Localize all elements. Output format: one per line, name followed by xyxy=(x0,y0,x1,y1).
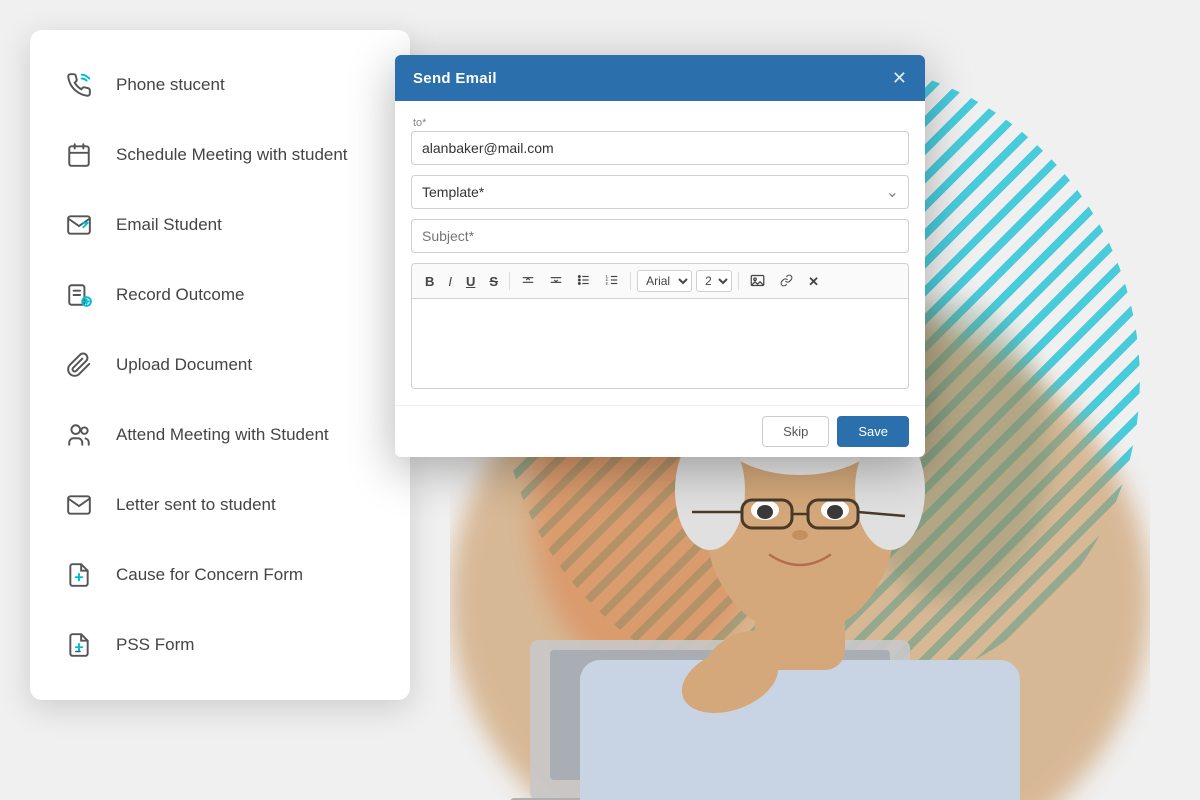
toolbar-divider-2 xyxy=(630,272,631,290)
phone-icon xyxy=(58,64,100,106)
ordered-list-button[interactable]: 1.2.3. xyxy=(600,270,624,292)
remove-format-button[interactable]: ✕ xyxy=(803,272,824,291)
toolbar-divider-1 xyxy=(509,272,510,290)
sidebar-item-phone-student[interactable]: Phone stucent xyxy=(30,50,410,120)
sidebar-label-concern-form: Cause for Concern Form xyxy=(116,565,303,585)
toolbar-divider-3 xyxy=(738,272,739,290)
skip-button[interactable]: Skip xyxy=(762,416,829,447)
to-input[interactable] xyxy=(411,131,909,165)
strikethrough-button[interactable]: S xyxy=(484,272,503,291)
insert-link-button[interactable] xyxy=(774,271,799,292)
editor-toolbar: B I U S 1.2.3. Arial xyxy=(411,263,909,299)
italic-button[interactable]: I xyxy=(443,272,457,291)
modal-header: Send Email ✕ xyxy=(395,55,925,101)
sidebar-item-concern-form[interactable]: Cause for Concern Form xyxy=(30,540,410,610)
calendar-icon xyxy=(58,134,100,176)
bullet-list-button[interactable] xyxy=(572,270,596,292)
indent-button[interactable] xyxy=(516,270,540,292)
sidebar-item-attend-meeting[interactable]: Attend Meeting with Student xyxy=(30,400,410,470)
modal-body: to* Template* B I U S xyxy=(395,101,925,405)
to-label: to* xyxy=(411,117,909,129)
sidebar-label-upload-document: Upload Document xyxy=(116,355,252,375)
modal-close-button[interactable]: ✕ xyxy=(892,69,907,87)
subject-field-group xyxy=(411,219,909,253)
sidebar-label-pss-form: PSS Form xyxy=(116,635,194,655)
template-select[interactable]: Template* xyxy=(411,175,909,209)
sidebar-item-pss-form[interactable]: PSS Form xyxy=(30,610,410,680)
group-icon xyxy=(58,414,100,456)
sidebar-item-letter-sent[interactable]: Letter sent to student xyxy=(30,470,410,540)
bold-button[interactable]: B xyxy=(420,272,439,291)
font-size-select[interactable]: 2 xyxy=(696,270,732,292)
send-email-modal: Send Email ✕ to* Template* B xyxy=(395,55,925,457)
underline-button[interactable]: U xyxy=(461,272,480,291)
email-forward-icon xyxy=(58,204,100,246)
subject-input[interactable] xyxy=(411,219,909,253)
template-field-group: Template* xyxy=(411,175,909,209)
outdent-button[interactable] xyxy=(544,270,568,292)
sidebar-label-phone-student: Phone stucent xyxy=(116,75,225,95)
sidebar-item-email-student[interactable]: Email Student xyxy=(30,190,410,260)
template-select-wrapper: Template* xyxy=(411,175,909,209)
doc-plus-icon xyxy=(58,554,100,596)
sidebar-item-schedule-meeting[interactable]: Schedule Meeting with student xyxy=(30,120,410,190)
envelope-icon xyxy=(58,484,100,526)
modal-footer: Skip Save xyxy=(395,405,925,457)
modal-title: Send Email xyxy=(413,70,497,87)
sidebar-item-upload-document[interactable]: Upload Document xyxy=(30,330,410,400)
email-body-editor[interactable] xyxy=(411,299,909,389)
save-button[interactable]: Save xyxy=(837,416,909,447)
sidebar-item-record-outcome[interactable]: Record Outcome xyxy=(30,260,410,330)
sidebar-card: Phone stucent Schedule Meeting with stud… xyxy=(30,30,410,700)
sidebar-label-attend-meeting: Attend Meeting with Student xyxy=(116,425,329,445)
paperclip-icon xyxy=(58,344,100,386)
record-icon xyxy=(58,274,100,316)
sidebar-label-email-student: Email Student xyxy=(116,215,222,235)
doc-plus2-icon xyxy=(58,624,100,666)
sidebar-label-schedule-meeting: Schedule Meeting with student xyxy=(116,145,348,165)
sidebar-label-record-outcome: Record Outcome xyxy=(116,285,245,305)
sidebar-label-letter-sent: Letter sent to student xyxy=(116,495,276,515)
font-family-select[interactable]: Arial xyxy=(637,270,692,292)
insert-image-button[interactable] xyxy=(745,271,770,292)
svg-text:3.: 3. xyxy=(606,282,609,286)
to-field-group: to* xyxy=(411,117,909,165)
